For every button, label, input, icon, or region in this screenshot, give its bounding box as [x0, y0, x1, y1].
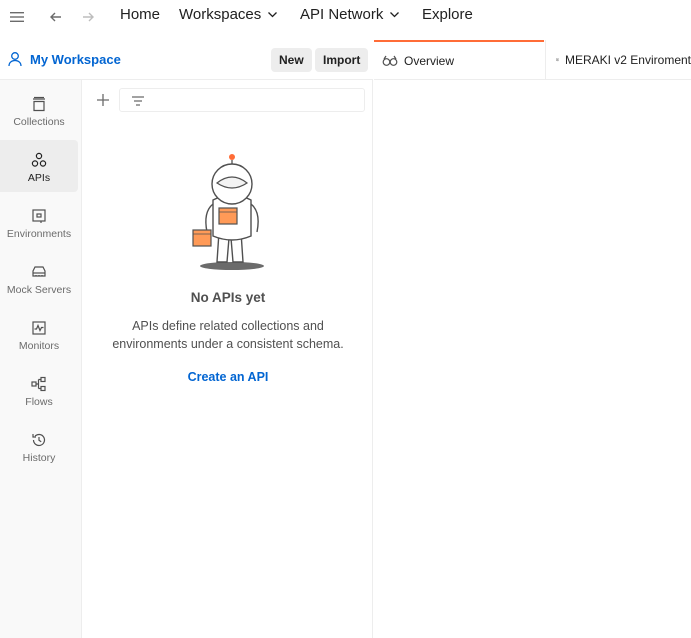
sidebar-item-environments[interactable]: Environments [0, 196, 78, 248]
nav-api-network-label: API Network [300, 6, 384, 23]
sidebar-item-history[interactable]: History [0, 420, 78, 472]
sidebar-item-label: History [22, 452, 56, 464]
sidebar-item-label: Flows [25, 396, 53, 408]
environments-icon [32, 209, 46, 223]
sidebar-item-collections[interactable]: Collections [0, 84, 78, 136]
sidebar-item-label: Environments [6, 228, 72, 240]
nav-workspaces-label: Workspaces [179, 6, 262, 23]
nav-explore-label: Explore [422, 6, 473, 23]
nav-home[interactable]: Home [120, 6, 160, 23]
sidebar: Collections APIs Environments Mock Serve… [0, 80, 82, 638]
filter-input[interactable] [119, 88, 365, 112]
tab-overview[interactable]: Overview [374, 40, 544, 80]
tab-bar: Overview MERAKI v2 Enviroment [374, 40, 691, 80]
create-api-link[interactable]: Create an API [83, 370, 373, 384]
sidebar-item-label: APIs [27, 172, 51, 184]
sidebar-item-apis[interactable]: APIs [0, 140, 78, 192]
user-icon [8, 52, 22, 67]
apis-panel: No APIs yet APIs define related collecti… [83, 80, 373, 638]
top-navigation-bar: Home Workspaces API Network Explore [0, 0, 691, 34]
tab-label: MERAKI v2 Enviroment [564, 53, 691, 67]
nav-workspaces[interactable]: Workspaces [179, 6, 278, 23]
forward-arrow-icon[interactable] [79, 8, 97, 26]
mock-servers-icon [32, 266, 46, 277]
filter-icon [132, 96, 144, 106]
empty-state-title: No APIs yet [190, 290, 266, 305]
sidebar-item-monitors[interactable]: Monitors [0, 308, 78, 360]
menu-icon[interactable] [8, 8, 26, 26]
nav-api-network[interactable]: API Network [300, 6, 400, 23]
sidebar-item-mock-servers[interactable]: Mock Servers [0, 252, 78, 304]
astronaut-illustration [192, 154, 264, 270]
workspace-header: My Workspace New Import [0, 40, 373, 80]
nav-explore[interactable]: Explore [422, 6, 473, 23]
sidebar-item-label: Mock Servers [6, 284, 72, 296]
tab-label: Overview [404, 54, 455, 68]
tab-environment[interactable]: MERAKI v2 Enviroment [545, 40, 691, 80]
history-icon [32, 433, 46, 447]
nav-home-label: Home [120, 6, 161, 23]
flows-icon [31, 376, 46, 392]
collections-icon [33, 96, 45, 112]
new-button[interactable]: New [271, 48, 312, 72]
plus-icon[interactable] [95, 92, 111, 108]
monitors-icon [32, 321, 46, 335]
overview-icon [382, 55, 398, 66]
chevron-down-icon [268, 12, 278, 18]
import-button[interactable]: Import [315, 48, 369, 72]
apis-icon [31, 152, 47, 167]
sidebar-item-flows[interactable]: Flows [0, 364, 78, 416]
environment-icon [556, 58, 559, 62]
empty-state-description: APIs define related collections and envi… [112, 319, 344, 351]
sidebar-item-label: Monitors [18, 340, 60, 352]
workspace-title[interactable]: My Workspace [8, 51, 121, 67]
workspace-title-label: My Workspace [30, 51, 121, 67]
sidebar-item-label: Collections [13, 116, 65, 128]
back-arrow-icon[interactable] [47, 8, 65, 26]
chevron-down-icon [390, 12, 400, 18]
